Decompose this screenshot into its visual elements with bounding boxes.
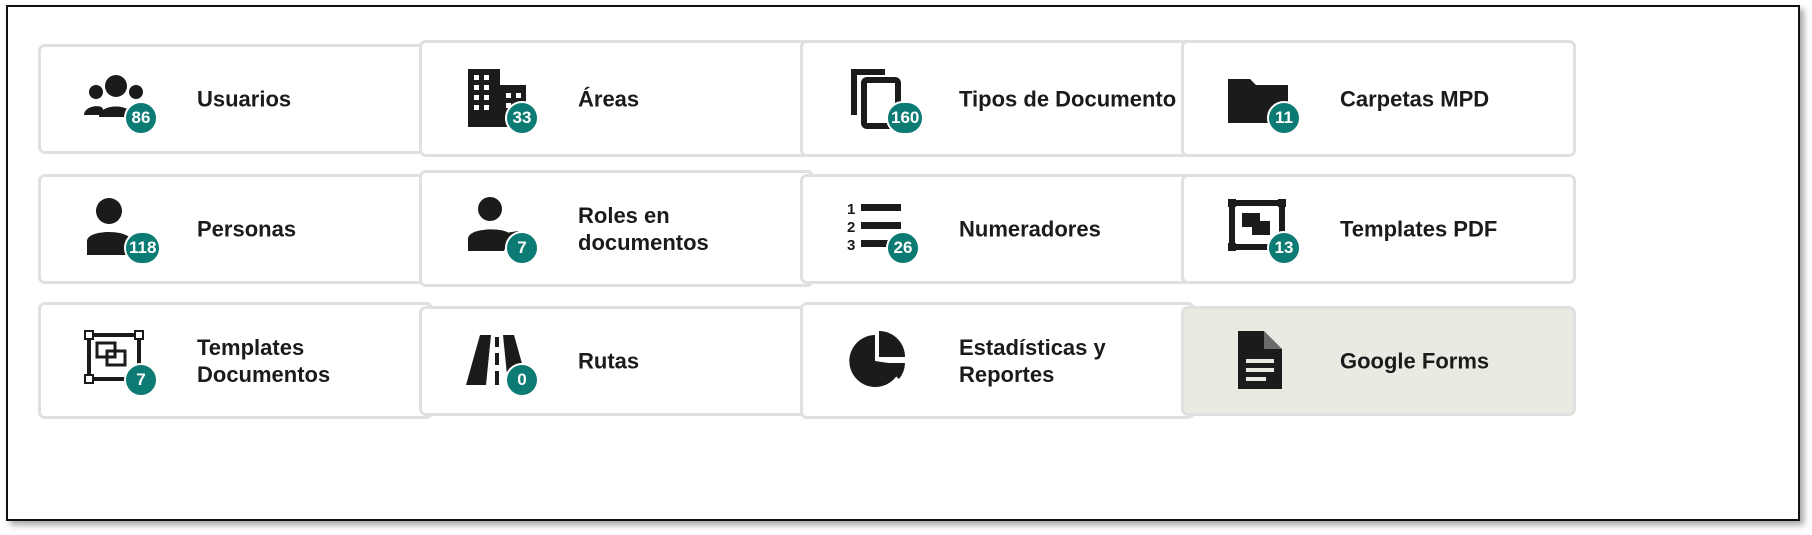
card-google-forms[interactable]: Google Forms	[1181, 306, 1576, 416]
person-icon: 118	[79, 189, 162, 269]
count-badge: 11	[1267, 100, 1301, 135]
count-badge: 26	[886, 231, 920, 265]
card-label: Rutas	[578, 348, 640, 374]
building-icon: 33	[460, 59, 540, 139]
numbered-list-icon: 1 2 3 26	[841, 189, 921, 269]
card-carpetas-mpd[interactable]: 11 Carpetas MPD	[1181, 40, 1576, 157]
count-badge: 160	[886, 100, 925, 135]
template-frame-icon: 13	[1222, 189, 1302, 269]
card-templates-documentos[interactable]: 7 Templates Documentos	[38, 302, 433, 419]
count-badge: 7	[505, 230, 539, 265]
count-badge: 0	[505, 363, 539, 397]
card-rutas[interactable]: 0 Rutas	[419, 306, 814, 416]
copy-documents-icon: 160	[841, 59, 925, 139]
card-label: Templates PDF	[1340, 216, 1498, 242]
road-icon: 0	[460, 321, 540, 401]
svg-text:2: 2	[847, 219, 855, 236]
card-label: Google Forms	[1340, 348, 1490, 374]
card-label: Tipos de Documento	[959, 86, 1177, 111]
pie-chart-icon	[841, 321, 921, 401]
card-roles-en-documentos[interactable]: 7 Roles en documentos	[419, 170, 814, 287]
card-numeradores[interactable]: 1 2 3 26 Numeradores	[800, 174, 1195, 284]
card-areas[interactable]: 33 Áreas	[419, 40, 814, 157]
card-label: Personas	[197, 216, 297, 242]
card-estadisticas-y-reportes[interactable]: Estadísticas y Reportes	[800, 302, 1195, 419]
card-personas[interactable]: 118 Personas	[38, 174, 433, 284]
card-tipos-de-documento[interactable]: 160 Tipos de Documento	[800, 40, 1195, 157]
card-templates-pdf[interactable]: 13 Templates PDF	[1181, 174, 1576, 284]
folder-icon: 11	[1222, 59, 1302, 139]
card-label: Numeradores	[959, 216, 1101, 242]
card-label: Roles en documentos	[578, 202, 709, 255]
card-label: Carpetas MPD	[1340, 86, 1490, 111]
card-label: Usuarios	[197, 86, 292, 112]
document-icon	[1222, 321, 1302, 401]
template-frame-outline-icon: 7	[79, 321, 159, 401]
card-usuarios[interactable]: 86 Usuarios	[38, 44, 433, 154]
svg-text:1: 1	[847, 201, 855, 218]
count-badge: 86	[124, 101, 158, 135]
person-tag-icon: 7	[460, 189, 540, 269]
count-badge: 7	[124, 362, 158, 397]
count-badge: 13	[1267, 231, 1301, 265]
card-label: Áreas	[578, 86, 640, 111]
users-icon: 86	[79, 59, 159, 139]
svg-text:3: 3	[847, 237, 855, 254]
admin-panel: 86 Usuarios 33 Áreas 160 Tipos de Docume…	[6, 5, 1800, 521]
card-label: Estadísticas y Reportes	[959, 334, 1106, 387]
count-badge: 33	[505, 100, 539, 135]
card-label: Templates Documentos	[197, 334, 331, 387]
count-badge: 118	[124, 231, 162, 265]
